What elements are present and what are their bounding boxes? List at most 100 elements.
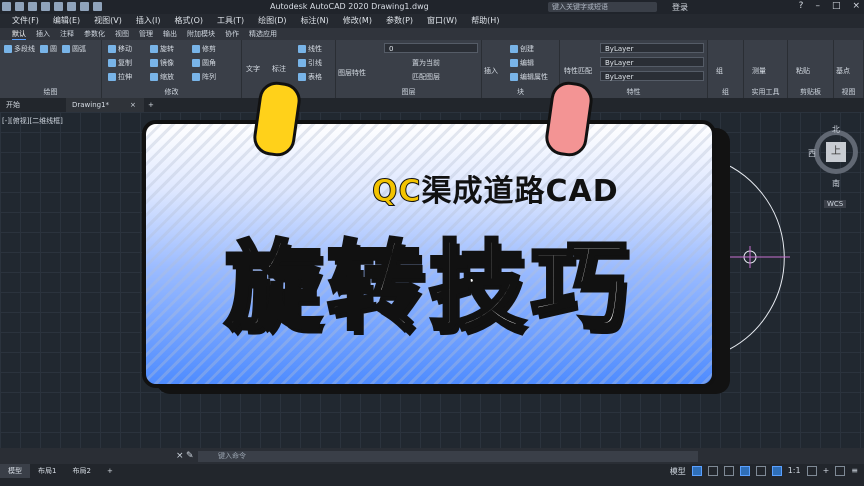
tab-collaborate[interactable]: 协作 (225, 28, 239, 40)
menu-parametric[interactable]: 参数(P) (386, 14, 413, 28)
table-tool[interactable]: 表格 (298, 72, 322, 82)
panel-layers-label[interactable]: 图层 (336, 87, 481, 97)
panel-clipboard-label[interactable]: 剪贴板 (788, 87, 833, 97)
new-icon[interactable] (15, 2, 24, 11)
compass-north[interactable]: 北 (832, 124, 840, 135)
menu-tools[interactable]: 工具(T) (217, 14, 244, 28)
array-tool[interactable]: 阵列 (192, 72, 216, 82)
menu-dimension[interactable]: 标注(N) (301, 14, 329, 28)
menu-edit[interactable]: 编辑(E) (53, 14, 80, 28)
tab-default[interactable]: 默认 (12, 28, 26, 40)
tab-output[interactable]: 输出 (163, 28, 177, 40)
linetype-dropdown[interactable]: ByLayer (600, 57, 704, 67)
osnap-icon[interactable] (755, 466, 766, 476)
app-menu-icon[interactable] (2, 2, 11, 11)
match-properties-button[interactable]: 特性匹配 (564, 66, 592, 76)
annotation-icon[interactable] (771, 466, 782, 476)
menu-file[interactable]: 文件(F) (12, 14, 39, 28)
layer-properties-button[interactable]: 图层特性 (338, 68, 366, 78)
ortho-icon[interactable] (723, 466, 734, 476)
compass-west[interactable]: 西 (808, 148, 816, 159)
scale-readout[interactable]: 1:1 (788, 466, 801, 477)
paste-button[interactable]: 粘贴 (796, 66, 810, 76)
tab-addins[interactable]: 附加模块 (187, 28, 215, 40)
model-space-button[interactable]: 模型 (670, 466, 686, 477)
tab-start[interactable]: 开始 (0, 98, 26, 112)
layout-tab-2[interactable]: 布局2 (64, 464, 98, 478)
menu-format[interactable]: 格式(O) (174, 14, 203, 28)
viewcube-face-top[interactable]: 上 (826, 142, 846, 162)
tab-featured[interactable]: 精选应用 (249, 28, 277, 40)
scale-tool[interactable]: 缩放 (150, 72, 174, 82)
command-input[interactable]: 键入命令 (198, 451, 698, 462)
login-button[interactable]: 登录 (672, 2, 688, 13)
plot-icon[interactable] (67, 2, 76, 11)
trim-tool[interactable]: 修剪 (192, 44, 216, 54)
panel-utilities-label[interactable]: 实用工具 (744, 87, 787, 97)
maximize-icon[interactable]: □ (832, 1, 841, 11)
tab-annotate[interactable]: 注释 (60, 28, 74, 40)
new-tab-icon[interactable]: + (142, 98, 160, 112)
match-layer-button[interactable]: 匹配图层 (412, 72, 440, 82)
add-icon[interactable]: + (823, 466, 830, 477)
layer-dropdown[interactable]: 0 (384, 43, 478, 53)
tab-view[interactable]: 视图 (115, 28, 129, 40)
menu-draw[interactable]: 绘图(D) (258, 14, 286, 28)
viewport-controls[interactable]: [-][俯视][二维线框] (2, 116, 63, 126)
measure-button[interactable]: 测量 (752, 66, 766, 76)
copy-tool[interactable]: 复制 (108, 58, 132, 68)
text-tool[interactable]: 文字 (246, 64, 260, 74)
tab-parametric[interactable]: 参数化 (84, 28, 105, 40)
mirror-tool[interactable]: 镜像 (150, 58, 174, 68)
snap-icon[interactable] (707, 466, 718, 476)
minimize-icon[interactable]: – (815, 1, 820, 11)
edit-block-button[interactable]: 编辑 (510, 58, 534, 68)
close-icon[interactable]: × (852, 1, 860, 11)
fillet-tool[interactable]: 圆角 (192, 58, 216, 68)
settings-gear-icon[interactable] (806, 466, 817, 476)
command-wrench-icon[interactable]: ✎ (186, 451, 194, 461)
edit-attributes-button[interactable]: 编辑属性 (510, 72, 548, 82)
help-icon[interactable]: ? (799, 1, 804, 11)
panel-draw-label[interactable]: 绘图 (0, 87, 101, 97)
menu-help[interactable]: 帮助(H) (471, 14, 499, 28)
command-close-icon[interactable]: × (176, 451, 184, 461)
open-icon[interactable] (28, 2, 37, 11)
group-button[interactable]: 组 (716, 66, 723, 76)
customize-menu-icon[interactable]: ≡ (851, 466, 858, 477)
dimension-tool[interactable]: 标注 (272, 64, 286, 74)
search-input[interactable]: 键入关键字或短语 (548, 2, 657, 12)
leader-tool[interactable]: 引线 (298, 58, 322, 68)
menu-view[interactable]: 视图(V) (94, 14, 122, 28)
make-current-button[interactable]: 置为当前 (412, 58, 440, 68)
color-dropdown[interactable]: ByLayer (600, 43, 704, 53)
menu-modify[interactable]: 修改(M) (343, 14, 372, 28)
tab-insert[interactable]: 插入 (36, 28, 50, 40)
panel-view-label[interactable]: 视图 (834, 87, 863, 97)
panel-groups-label[interactable]: 组 (708, 87, 743, 97)
polyline-tool[interactable]: 多段线 (4, 44, 35, 54)
compass-south[interactable]: 南 (832, 178, 840, 189)
stretch-tool[interactable]: 拉伸 (108, 72, 132, 82)
layout-tab-model[interactable]: 模型 (0, 464, 30, 478)
panel-block-label[interactable]: 块 (482, 87, 559, 97)
linear-tool[interactable]: 线性 (298, 44, 322, 54)
insert-block-button[interactable]: 插入 (484, 66, 498, 76)
viewcube[interactable]: 上 北 南 西 WCS (808, 124, 860, 208)
menu-insert[interactable]: 插入(I) (136, 14, 161, 28)
arc-tool[interactable]: 圆弧 (62, 44, 86, 54)
create-block-button[interactable]: 创建 (510, 44, 534, 54)
move-tool[interactable]: 移动 (108, 44, 132, 54)
rotate-tool[interactable]: 旋转 (150, 44, 174, 54)
polar-icon[interactable] (739, 466, 750, 476)
panel-modify-label[interactable]: 修改 (102, 87, 241, 97)
save-icon[interactable] (41, 2, 50, 11)
add-layout-icon[interactable]: + (99, 464, 121, 478)
tab-close-icon[interactable]: × (124, 98, 142, 112)
grid-icon[interactable] (691, 466, 702, 476)
lineweight-dropdown[interactable]: ByLayer (600, 71, 704, 81)
circle-tool[interactable]: 圆 (40, 44, 57, 54)
layout-tab-1[interactable]: 布局1 (30, 464, 64, 478)
wcs-menu[interactable]: WCS (824, 200, 847, 208)
menu-window[interactable]: 窗口(W) (427, 14, 457, 28)
